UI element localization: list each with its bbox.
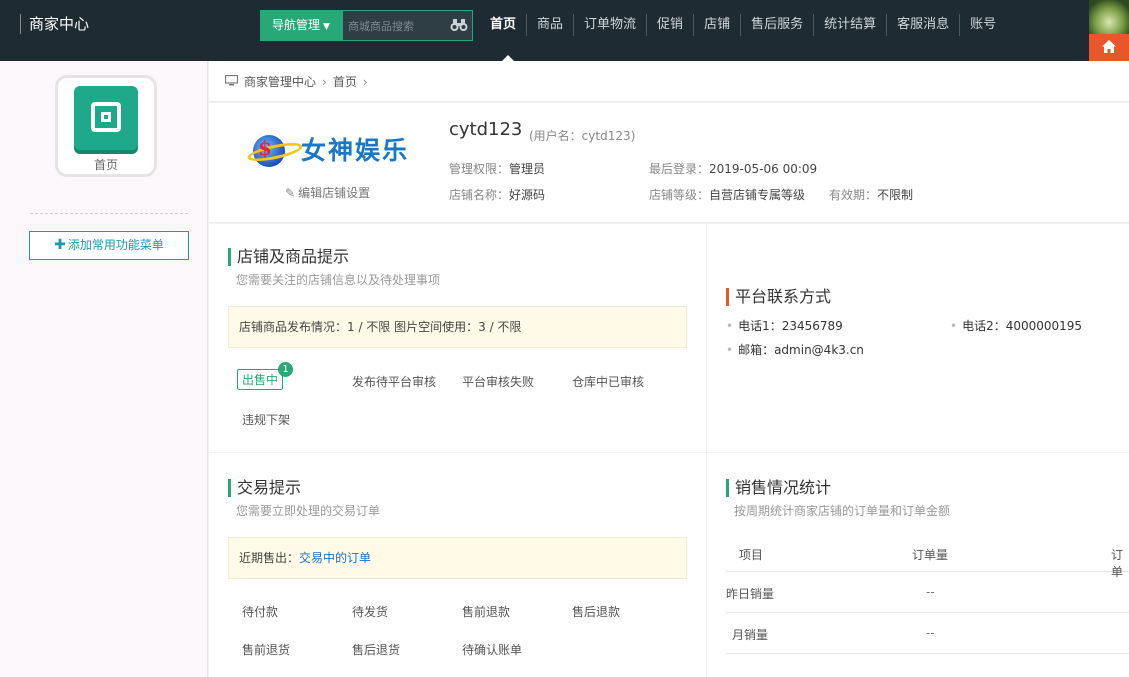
menu-statistics[interactable]: 统计结算	[813, 14, 886, 36]
contact-phone2: • 电话2：4000000195	[950, 319, 1083, 333]
store-profile: $ 女神娱乐 ✎ 编辑店铺设置 cytd123 (用户名：cytd123) 管理权…	[209, 103, 1129, 223]
monitor-icon	[225, 75, 238, 86]
tab-violation-removed[interactable]: 违规下架	[242, 411, 290, 428]
pending-shipment-link[interactable]: 待发货	[352, 603, 388, 620]
user-name: (用户名：cytd123)	[529, 129, 636, 143]
sidebar-divider	[30, 213, 188, 214]
tab-on-sale[interactable]: 出售中	[237, 369, 284, 390]
platform-contact-panel: 平台联系方式 • 电话1：23456789 • 电话2：4000000195 • 邮箱…	[707, 224, 1129, 452]
row-label: 月销量	[732, 628, 769, 642]
chevron-right-icon: ›	[362, 75, 368, 89]
plus-icon: ✚	[54, 237, 66, 253]
sales-stats-table: 项目 订单量 订单 昨日销量 -- 月销量 --	[726, 533, 1129, 654]
trade-tips-panel: 交易提示 您需要立即处理的交易订单 近期售出：交易中的订单 待付款 待发货 售前…	[209, 453, 706, 677]
table-header-row: 项目 订单量 订单	[726, 533, 1129, 579]
menu-after-sales[interactable]: 售后服务	[740, 14, 813, 36]
product-search-box	[342, 10, 473, 41]
breadcrumb-home[interactable]: 首页	[333, 75, 357, 89]
permission-info: 管理权限：管理员	[449, 162, 546, 176]
aftersale-refund-link[interactable]: 售后退款	[572, 603, 620, 620]
tab-review-failed[interactable]: 平台审核失败	[462, 373, 534, 390]
menu-goods[interactable]: 商品	[526, 14, 573, 36]
menu-orders-logistics[interactable]: 订单物流	[573, 14, 646, 36]
validity-info: 有效期：不限制	[829, 188, 914, 202]
breadcrumb-merchant-center[interactable]: 商家管理中心	[244, 75, 316, 89]
breadcrumb: 商家管理中心 › 首页 ›	[209, 61, 1129, 102]
left-sidebar: 首页 ✚ 添加常用功能菜单	[0, 61, 208, 677]
row-value: --	[926, 585, 935, 599]
presale-return-link[interactable]: 售前退货	[242, 641, 290, 658]
header-item: 项目	[739, 548, 764, 562]
table-row: 昨日销量 --	[726, 572, 1129, 613]
brand-title: 商家中心	[20, 14, 89, 34]
home-icon	[1102, 40, 1116, 53]
home-app-icon	[74, 86, 138, 150]
row-label: 昨日销量	[726, 587, 775, 601]
trade-tips-subtitle: 您需要立即处理的交易订单	[236, 504, 381, 518]
store-tips-title: 店铺及商品提示	[228, 248, 349, 266]
tab-warehouse-approved[interactable]: 仓库中已审核	[572, 373, 644, 390]
main-menu: 首页 商品 订单物流 促销 店铺 售后服务 统计结算 客服消息 账号	[480, 14, 1006, 36]
store-usage-notice: 店铺商品发布情况：1 / 不限 图片空间使用：3 / 不限	[228, 306, 687, 348]
nav-manage-label: 导航管理	[272, 18, 321, 32]
chevron-down-icon: ▼	[323, 22, 330, 32]
store-name-info: 店铺名称：好源码	[449, 188, 546, 202]
presale-refund-link[interactable]: 售前退款	[462, 603, 510, 620]
store-logo-text: 女神娱乐	[301, 136, 410, 165]
menu-home[interactable]: 首页	[480, 14, 526, 36]
sales-stats-subtitle: 按周期统计商家店铺的订单量和订单金额	[734, 504, 951, 518]
menu-account[interactable]: 账号	[959, 14, 1006, 36]
contact-phone1: • 电话1：23456789	[726, 319, 843, 333]
home-app-tile[interactable]: 首页	[55, 75, 157, 177]
trade-tips-title: 交易提示	[228, 479, 301, 497]
menu-customer-service[interactable]: 客服消息	[886, 14, 959, 36]
home-app-label: 首页	[93, 158, 118, 172]
tab-pending-review[interactable]: 发布待平台审核	[352, 373, 436, 390]
aftersale-return-link[interactable]: 售后退货	[352, 641, 400, 658]
top-navigation-bar: 商家中心 导航管理▼ 首页 商品 订单物流 促销 店铺 售后服务 统计结算 客服…	[0, 0, 1129, 61]
shop-name: cytd123	[449, 119, 523, 140]
home-button[interactable]	[1089, 34, 1129, 61]
store-tips-subtitle: 您需要关注的店铺信息以及待处理事项	[236, 273, 441, 287]
main-content: 商家管理中心 › 首页 › $ 女神娱乐 ✎ 编辑店铺设置 cytd123 (用户名：c…	[209, 61, 1129, 677]
pencil-icon: ✎	[285, 186, 296, 200]
avatar[interactable]	[1089, 0, 1129, 34]
header-order-count: 订单量	[912, 548, 949, 562]
table-row: 月销量 --	[726, 613, 1129, 654]
store-logo: $ 女神娱乐	[246, 129, 415, 177]
store-level-info: 店铺等级：自营店铺专属等级	[649, 188, 806, 202]
edit-store-link[interactable]: ✎ 编辑店铺设置	[285, 184, 370, 201]
menu-store[interactable]: 店铺	[693, 14, 740, 36]
chevron-right-icon: ›	[322, 75, 327, 89]
sales-stats-title: 销售情况统计	[726, 479, 831, 497]
on-sale-count-badge: 1	[278, 362, 293, 377]
product-search-input[interactable]	[348, 17, 448, 35]
last-login-info: 最后登录：2019-05-06 00:09	[649, 162, 818, 176]
add-common-menu-button[interactable]: ✚ 添加常用功能菜单	[29, 231, 189, 260]
nav-manage-button[interactable]: 导航管理 ▼	[260, 10, 342, 41]
menu-promotion[interactable]: 促销	[646, 14, 693, 36]
pending-payment-link[interactable]: 待付款	[242, 603, 278, 620]
recent-sales-notice: 近期售出：交易中的订单	[228, 537, 687, 579]
add-common-menu-label: 添加常用功能菜单	[67, 238, 164, 252]
contact-email: • 邮箱：admin@4k3.cn	[726, 343, 864, 357]
pending-bill-confirm-link[interactable]: 待确认账单	[462, 641, 522, 658]
contact-title: 平台联系方式	[726, 288, 831, 306]
trading-orders-link[interactable]: 交易中的订单	[299, 551, 371, 565]
binoculars-icon[interactable]	[450, 17, 468, 33]
row-value: --	[926, 626, 935, 640]
